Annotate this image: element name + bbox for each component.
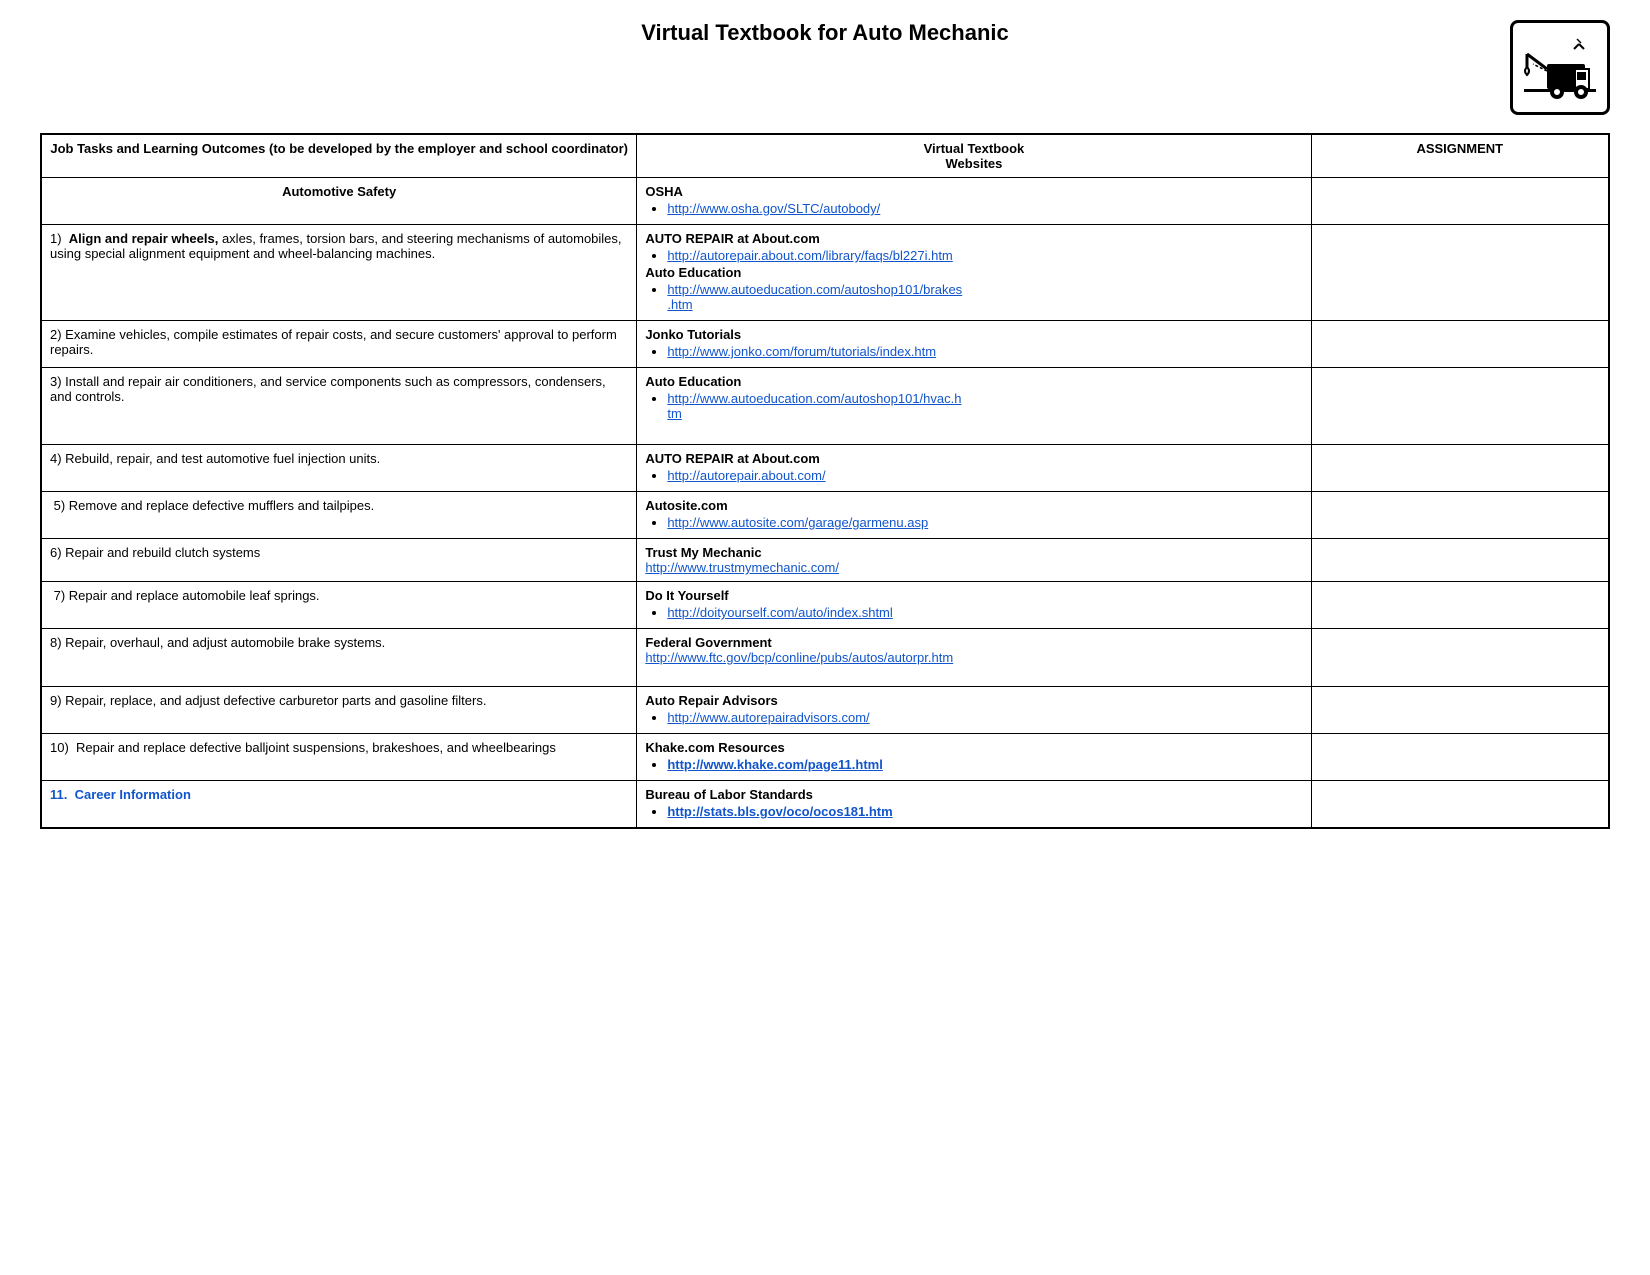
title-area: Virtual Textbook for Auto Mechanic <box>140 20 1510 46</box>
assignment-cell-3 <box>1311 368 1609 445</box>
main-table: Job Tasks and Learning Outcomes (to be d… <box>40 133 1610 829</box>
table-row: 5) Remove and replace defective mufflers… <box>41 492 1609 539</box>
table-row: 10) Repair and replace defective balljoi… <box>41 734 1609 781</box>
link[interactable]: http://www.autoeducation.com/autoshop101… <box>667 391 961 421</box>
task-cell-5: 5) Remove and replace defective mufflers… <box>41 492 637 539</box>
col-header-websites: Virtual TextbookWebsites <box>637 134 1311 178</box>
list-item: http://www.autorepairadvisors.com/ <box>667 710 1302 725</box>
col-header-tasks: Job Tasks and Learning Outcomes (to be d… <box>41 134 637 178</box>
list-item: http://www.autosite.com/garage/garmenu.a… <box>667 515 1302 530</box>
websites-cell-3: Auto Education http://www.autoeducation.… <box>637 368 1311 445</box>
task-cell-8: 8) Repair, overhaul, and adjust automobi… <box>41 629 637 687</box>
task-bold-text: Align and repair wheels, <box>69 231 219 246</box>
automotive-safety-row: Automotive Safety OSHA http://www.osha.g… <box>41 178 1609 225</box>
table-row: 6) Repair and rebuild clutch systems Tru… <box>41 539 1609 582</box>
assignment-cell-7 <box>1311 582 1609 629</box>
table-row: 3) Install and repair air conditioners, … <box>41 368 1609 445</box>
link[interactable]: http://www.jonko.com/forum/tutorials/ind… <box>667 344 936 359</box>
assignment-cell-5 <box>1311 492 1609 539</box>
websites-cell-1: AUTO REPAIR at About.com http://autorepa… <box>637 225 1311 321</box>
list-item: http://www.autoeducation.com/autoshop101… <box>667 282 1302 312</box>
task-cell-1: 1) Align and repair wheels, axles, frame… <box>41 225 637 321</box>
websites-cell-11: Bureau of Labor Standards http://stats.b… <box>637 781 1311 829</box>
link[interactable]: http://autorepair.about.com/ <box>667 468 825 483</box>
col-header-assignment: ASSIGNMENT <box>1311 134 1609 178</box>
link[interactable]: http://www.trustmymechanic.com/ <box>645 560 839 575</box>
task-cell-9: 9) Repair, replace, and adjust defective… <box>41 687 637 734</box>
assignment-cell-4 <box>1311 445 1609 492</box>
link[interactable]: http://www.autoeducation.com/autoshop101… <box>667 282 962 312</box>
list-item: http://autorepair.about.com/library/faqs… <box>667 248 1302 263</box>
link[interactable]: http://autorepair.about.com/library/faqs… <box>667 248 952 263</box>
osha-link[interactable]: http://www.osha.gov/SLTC/autobody/ <box>667 201 880 216</box>
table-row: 8) Repair, overhaul, and adjust automobi… <box>41 629 1609 687</box>
table-header-row: Job Tasks and Learning Outcomes (to be d… <box>41 134 1609 178</box>
websites-cell-9: Auto Repair Advisors http://www.autorepa… <box>637 687 1311 734</box>
websites-cell-10: Khake.com Resources http://www.khake.com… <box>637 734 1311 781</box>
page-title: Virtual Textbook for Auto Mechanic <box>641 20 1009 46</box>
websites-cell-7: Do It Yourself http://doityourself.com/a… <box>637 582 1311 629</box>
career-information-label: 11. Career Information <box>50 787 191 802</box>
table-row: 11. Career Information Bureau of Labor S… <box>41 781 1609 829</box>
assignment-cell-10 <box>1311 734 1609 781</box>
table-row: 1) Align and repair wheels, axles, frame… <box>41 225 1609 321</box>
table-row: 7) Repair and replace automobile leaf sp… <box>41 582 1609 629</box>
list-item: http://www.autoeducation.com/autoshop101… <box>667 391 1302 421</box>
websites-cell-6: Trust My Mechanic http://www.trustmymech… <box>637 539 1311 582</box>
task-cell-2: 2) Examine vehicles, compile estimates o… <box>41 321 637 368</box>
websites-cell-5: Autosite.com http://www.autosite.com/gar… <box>637 492 1311 539</box>
table-row: 9) Repair, replace, and adjust defective… <box>41 687 1609 734</box>
logo-box <box>1510 20 1610 115</box>
list-item: http://www.osha.gov/SLTC/autobody/ <box>667 201 1302 216</box>
task-cell-6: 6) Repair and rebuild clutch systems <box>41 539 637 582</box>
assignment-cell-2 <box>1311 321 1609 368</box>
assignment-cell-1 <box>1311 225 1609 321</box>
link[interactable]: http://www.autorepairadvisors.com/ <box>667 710 869 725</box>
page-header: Virtual Textbook for Auto Mechanic <box>40 20 1610 115</box>
assignment-cell-11 <box>1311 781 1609 829</box>
assignment-cell-6 <box>1311 539 1609 582</box>
task-cell-3: 3) Install and repair air conditioners, … <box>41 368 637 445</box>
assignment-cell-9 <box>1311 687 1609 734</box>
task-cell-11: 11. Career Information <box>41 781 637 829</box>
link[interactable]: http://doityourself.com/auto/index.shtml <box>667 605 892 620</box>
table-row: 4) Rebuild, repair, and test automotive … <box>41 445 1609 492</box>
automotive-safety-websites: OSHA http://www.osha.gov/SLTC/autobody/ <box>637 178 1311 225</box>
link[interactable]: http://www.ftc.gov/bcp/conline/pubs/auto… <box>645 650 953 665</box>
websites-cell-8: Federal Government http://www.ftc.gov/bc… <box>637 629 1311 687</box>
task-cell-7: 7) Repair and replace automobile leaf sp… <box>41 582 637 629</box>
websites-cell-2: Jonko Tutorials http://www.jonko.com/for… <box>637 321 1311 368</box>
link[interactable]: http://www.khake.com/page11.html <box>667 757 883 772</box>
automotive-safety-task: Automotive Safety <box>41 178 637 225</box>
list-item: http://stats.bls.gov/oco/ocos181.htm <box>667 804 1302 819</box>
table-row: 2) Examine vehicles, compile estimates o… <box>41 321 1609 368</box>
assignment-cell-8 <box>1311 629 1609 687</box>
list-item: http://doityourself.com/auto/index.shtml <box>667 605 1302 620</box>
list-item: http://www.khake.com/page11.html <box>667 757 1302 772</box>
automotive-safety-assignment <box>1311 178 1609 225</box>
list-item: http://www.jonko.com/forum/tutorials/ind… <box>667 344 1302 359</box>
task-cell-4: 4) Rebuild, repair, and test automotive … <box>41 445 637 492</box>
websites-cell-4: AUTO REPAIR at About.com http://autorepa… <box>637 445 1311 492</box>
task-cell-10: 10) Repair and replace defective balljoi… <box>41 734 637 781</box>
link[interactable]: http://stats.bls.gov/oco/ocos181.htm <box>667 804 892 819</box>
list-item: http://autorepair.about.com/ <box>667 468 1302 483</box>
osha-header: OSHA <box>645 184 683 199</box>
link[interactable]: http://www.autosite.com/garage/garmenu.a… <box>667 515 928 530</box>
tow-truck-icon <box>1519 29 1601 107</box>
